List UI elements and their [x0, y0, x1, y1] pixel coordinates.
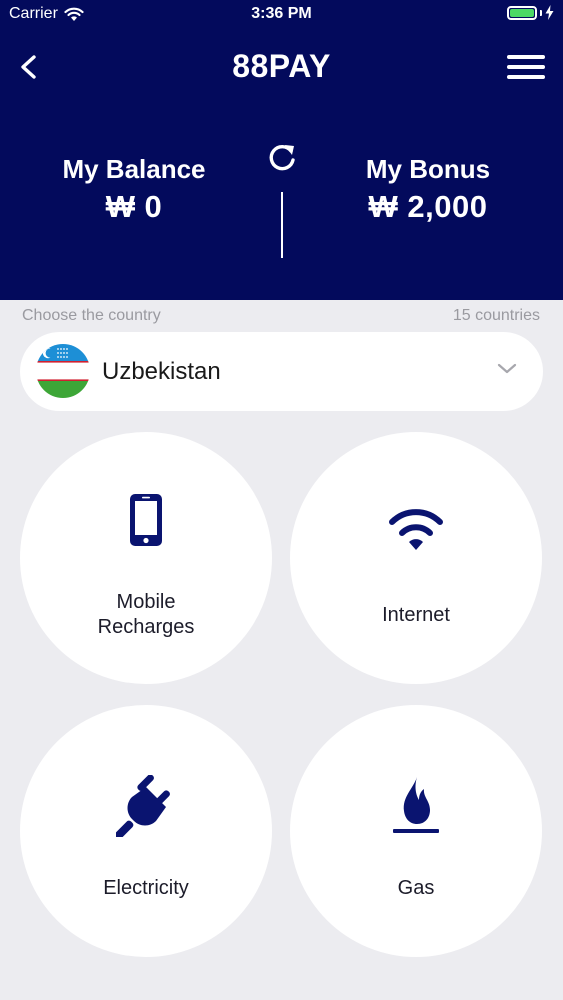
chevron-down-icon — [497, 363, 517, 374]
wifi-icon — [389, 509, 443, 550]
flame-icon — [393, 777, 439, 833]
balance-label: My Balance — [62, 154, 206, 184]
internet-tile[interactable]: Internet — [290, 432, 542, 684]
electricity-label: Electricity — [103, 877, 189, 899]
mobile-recharges-tile[interactable]: Mobile Recharges — [20, 432, 272, 684]
my-bonus: My Bonus ₩ 2,000 — [298, 154, 558, 225]
charging-icon — [545, 5, 554, 20]
gas-tile[interactable]: Gas — [290, 705, 542, 957]
internet-label: Internet — [382, 604, 450, 626]
gas-label: Gas — [397, 877, 435, 899]
battery-status — [507, 5, 554, 20]
electricity-tile[interactable]: Electricity — [20, 705, 272, 957]
battery-icon — [507, 5, 537, 20]
balance-value: ₩ 0 — [105, 189, 163, 224]
header: Carrier 3:36 PM 88PAY My Balance ₩ 0 My … — [0, 0, 563, 300]
selected-country: Uzbekistan — [102, 358, 221, 385]
mobile-phone-icon — [130, 494, 162, 546]
bonus-label: My Bonus — [365, 154, 491, 184]
refresh-icon — [269, 144, 295, 171]
country-count: 15 countries — [452, 307, 540, 324]
uzbekistan-flag-icon — [36, 344, 90, 398]
choose-country-label: Choose the country — [22, 307, 161, 324]
balance-divider — [281, 192, 283, 258]
page-title: 88PAY — [232, 48, 331, 84]
bonus-value: ₩ 2,000 — [368, 189, 488, 224]
plug-icon — [116, 775, 170, 837]
hamburger-menu-icon — [507, 55, 545, 79]
my-balance: My Balance ₩ 0 — [4, 154, 264, 225]
mobile-recharges-label: Mobile Recharges — [97, 591, 195, 638]
status-bar: Carrier 3:36 PM — [0, 0, 563, 30]
refresh-button[interactable] — [264, 141, 300, 175]
status-time: 3:36 PM — [251, 5, 312, 22]
menu-button[interactable] — [507, 52, 545, 82]
country-dropdown[interactable]: Uzbekistan — [20, 332, 543, 411]
